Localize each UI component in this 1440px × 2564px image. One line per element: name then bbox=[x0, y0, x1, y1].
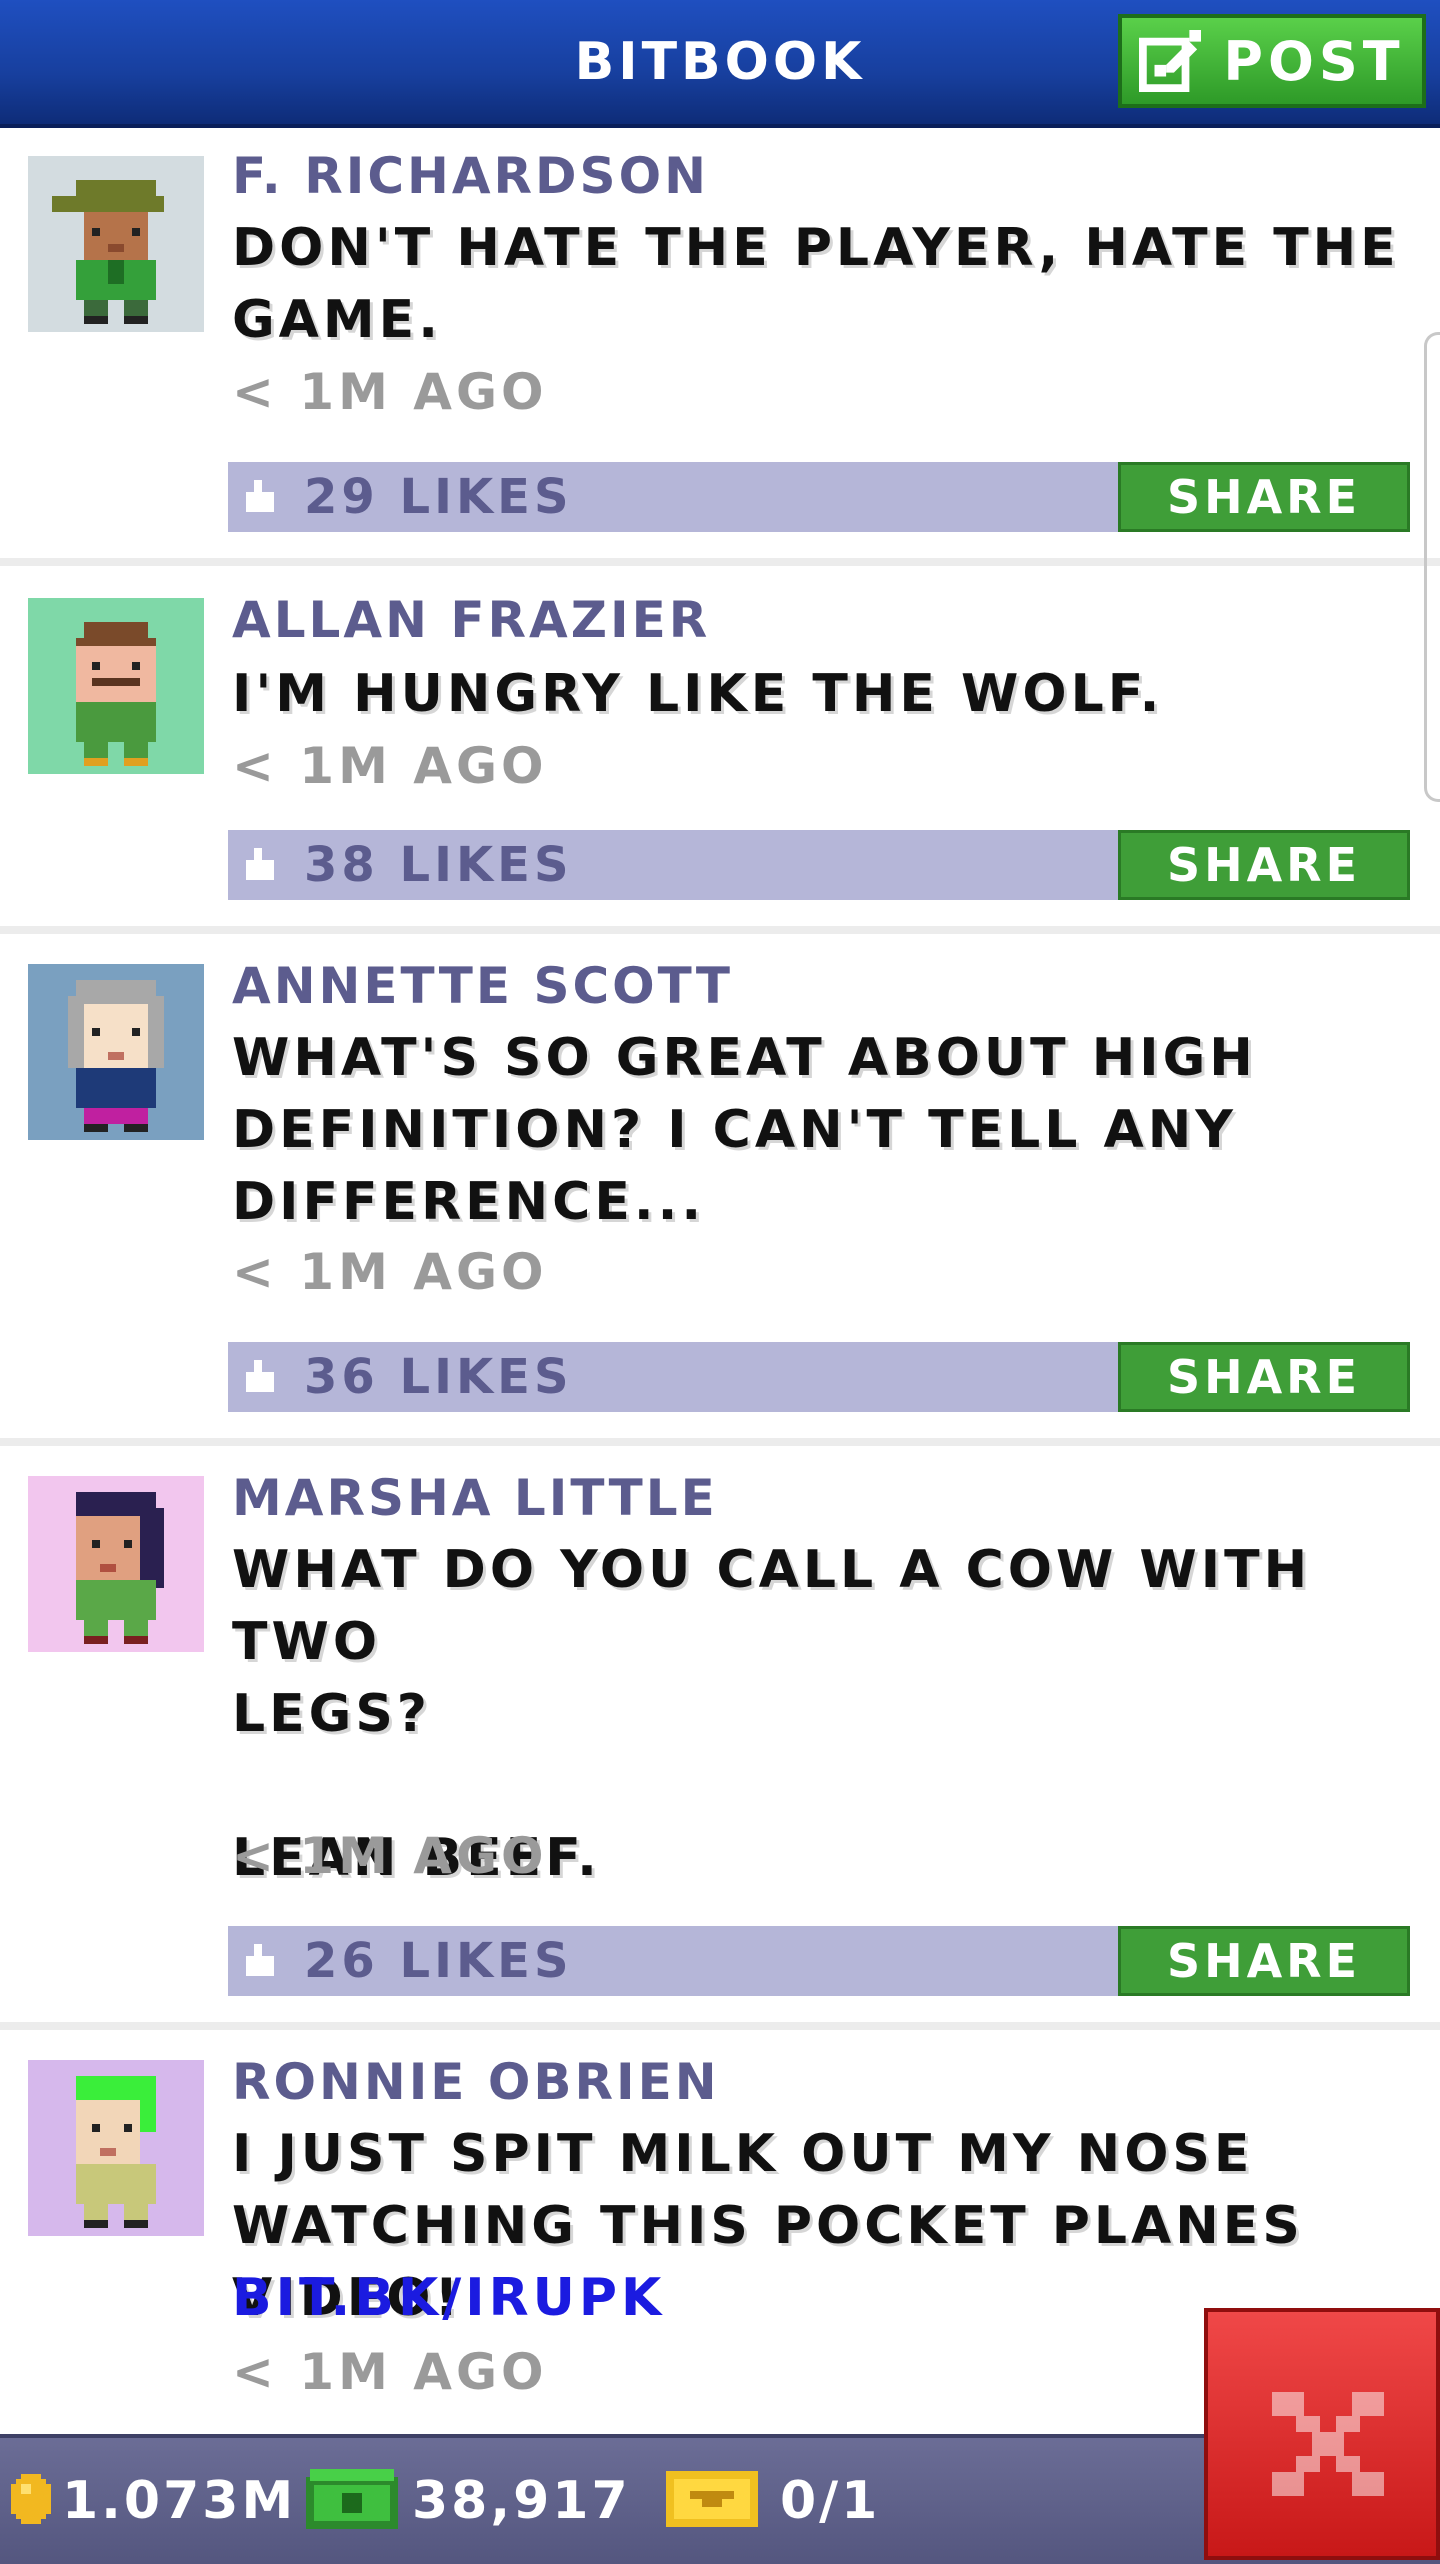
like-icon[interactable] bbox=[242, 1360, 278, 1396]
post-message: DON'T HATE THE PLAYER, HATE THE GAME. bbox=[232, 218, 1400, 350]
likes-bar: 26 LIKES SHARE bbox=[228, 1926, 1410, 1996]
likes-bar: 29 LIKES SHARE bbox=[228, 462, 1410, 532]
coin-icon bbox=[6, 2474, 56, 2528]
man-cap-avatar[interactable] bbox=[28, 156, 204, 332]
header-bar: BITBOOK POST bbox=[0, 0, 1440, 128]
post-author[interactable]: RONNIE OBRIEN bbox=[232, 2052, 720, 2112]
post-author[interactable]: ANNETTE SCOTT bbox=[232, 956, 733, 1016]
old-woman-avatar[interactable] bbox=[28, 964, 204, 1140]
post-divider bbox=[0, 2022, 1440, 2030]
post-author[interactable]: MARSHA LITTLE bbox=[232, 1468, 718, 1528]
post-timestamp: < 1M AGO bbox=[232, 1243, 548, 1301]
share-button[interactable]: SHARE bbox=[1118, 1926, 1410, 1996]
post-timestamp: < 1M AGO bbox=[232, 1827, 548, 1885]
close-icon bbox=[1272, 2392, 1384, 2496]
post-timestamp: < 1M AGO bbox=[232, 2343, 548, 2401]
coins-stat: 1.073M bbox=[6, 2438, 296, 2564]
compose-icon bbox=[1139, 30, 1202, 92]
post-author[interactable]: ALLAN FRAZIER bbox=[232, 590, 710, 650]
bux-value: 38,917 bbox=[412, 2471, 631, 2531]
coins-value: 1.073M bbox=[62, 2471, 297, 2531]
bux-stat: 38,917 bbox=[306, 2438, 631, 2564]
post-divider bbox=[0, 558, 1440, 566]
post-divider bbox=[0, 1438, 1440, 1446]
likes-bar: 38 LIKES SHARE bbox=[228, 830, 1410, 900]
share-button[interactable]: SHARE bbox=[1118, 830, 1410, 900]
like-icon[interactable] bbox=[242, 1944, 278, 1980]
like-icon[interactable] bbox=[242, 480, 278, 516]
post-author[interactable]: F. RICHARDSON bbox=[232, 146, 709, 206]
tickets-value: 0/1 bbox=[780, 2471, 881, 2531]
ticket-icon bbox=[666, 2471, 758, 2531]
man-mustache-avatar[interactable] bbox=[28, 598, 204, 774]
share-button[interactable]: SHARE bbox=[1118, 462, 1410, 532]
post-timestamp: < 1M AGO bbox=[232, 363, 548, 421]
post-link[interactable]: BIT.BK/IRUPK bbox=[232, 2262, 665, 2334]
like-icon[interactable] bbox=[242, 848, 278, 884]
post-label: POST bbox=[1223, 29, 1405, 93]
bux-icon bbox=[306, 2469, 398, 2533]
woman-dark-hair-avatar[interactable] bbox=[28, 1476, 204, 1652]
man-green-hair-avatar[interactable] bbox=[28, 2060, 204, 2236]
post-message: I'M HUNGRY LIKE THE WOLF. bbox=[232, 664, 1164, 724]
close-button[interactable] bbox=[1204, 2308, 1440, 2560]
likes-count: 36 LIKES bbox=[304, 1349, 573, 1405]
likes-count: 26 LIKES bbox=[304, 1933, 573, 1989]
post-message: WHAT'S SO GREAT ABOUT HIGH DEFINITION? I… bbox=[232, 1028, 1257, 1232]
post-divider bbox=[0, 926, 1440, 934]
likes-count: 38 LIKES bbox=[304, 837, 573, 893]
post-button[interactable]: POST bbox=[1118, 14, 1426, 108]
share-button[interactable]: SHARE bbox=[1118, 1342, 1410, 1412]
scrollbar[interactable] bbox=[1424, 332, 1440, 802]
post-timestamp: < 1M AGO bbox=[232, 737, 548, 795]
tickets-stat: 0/1 bbox=[666, 2438, 880, 2564]
likes-count: 29 LIKES bbox=[304, 469, 573, 525]
likes-bar: 36 LIKES SHARE bbox=[228, 1342, 1410, 1412]
